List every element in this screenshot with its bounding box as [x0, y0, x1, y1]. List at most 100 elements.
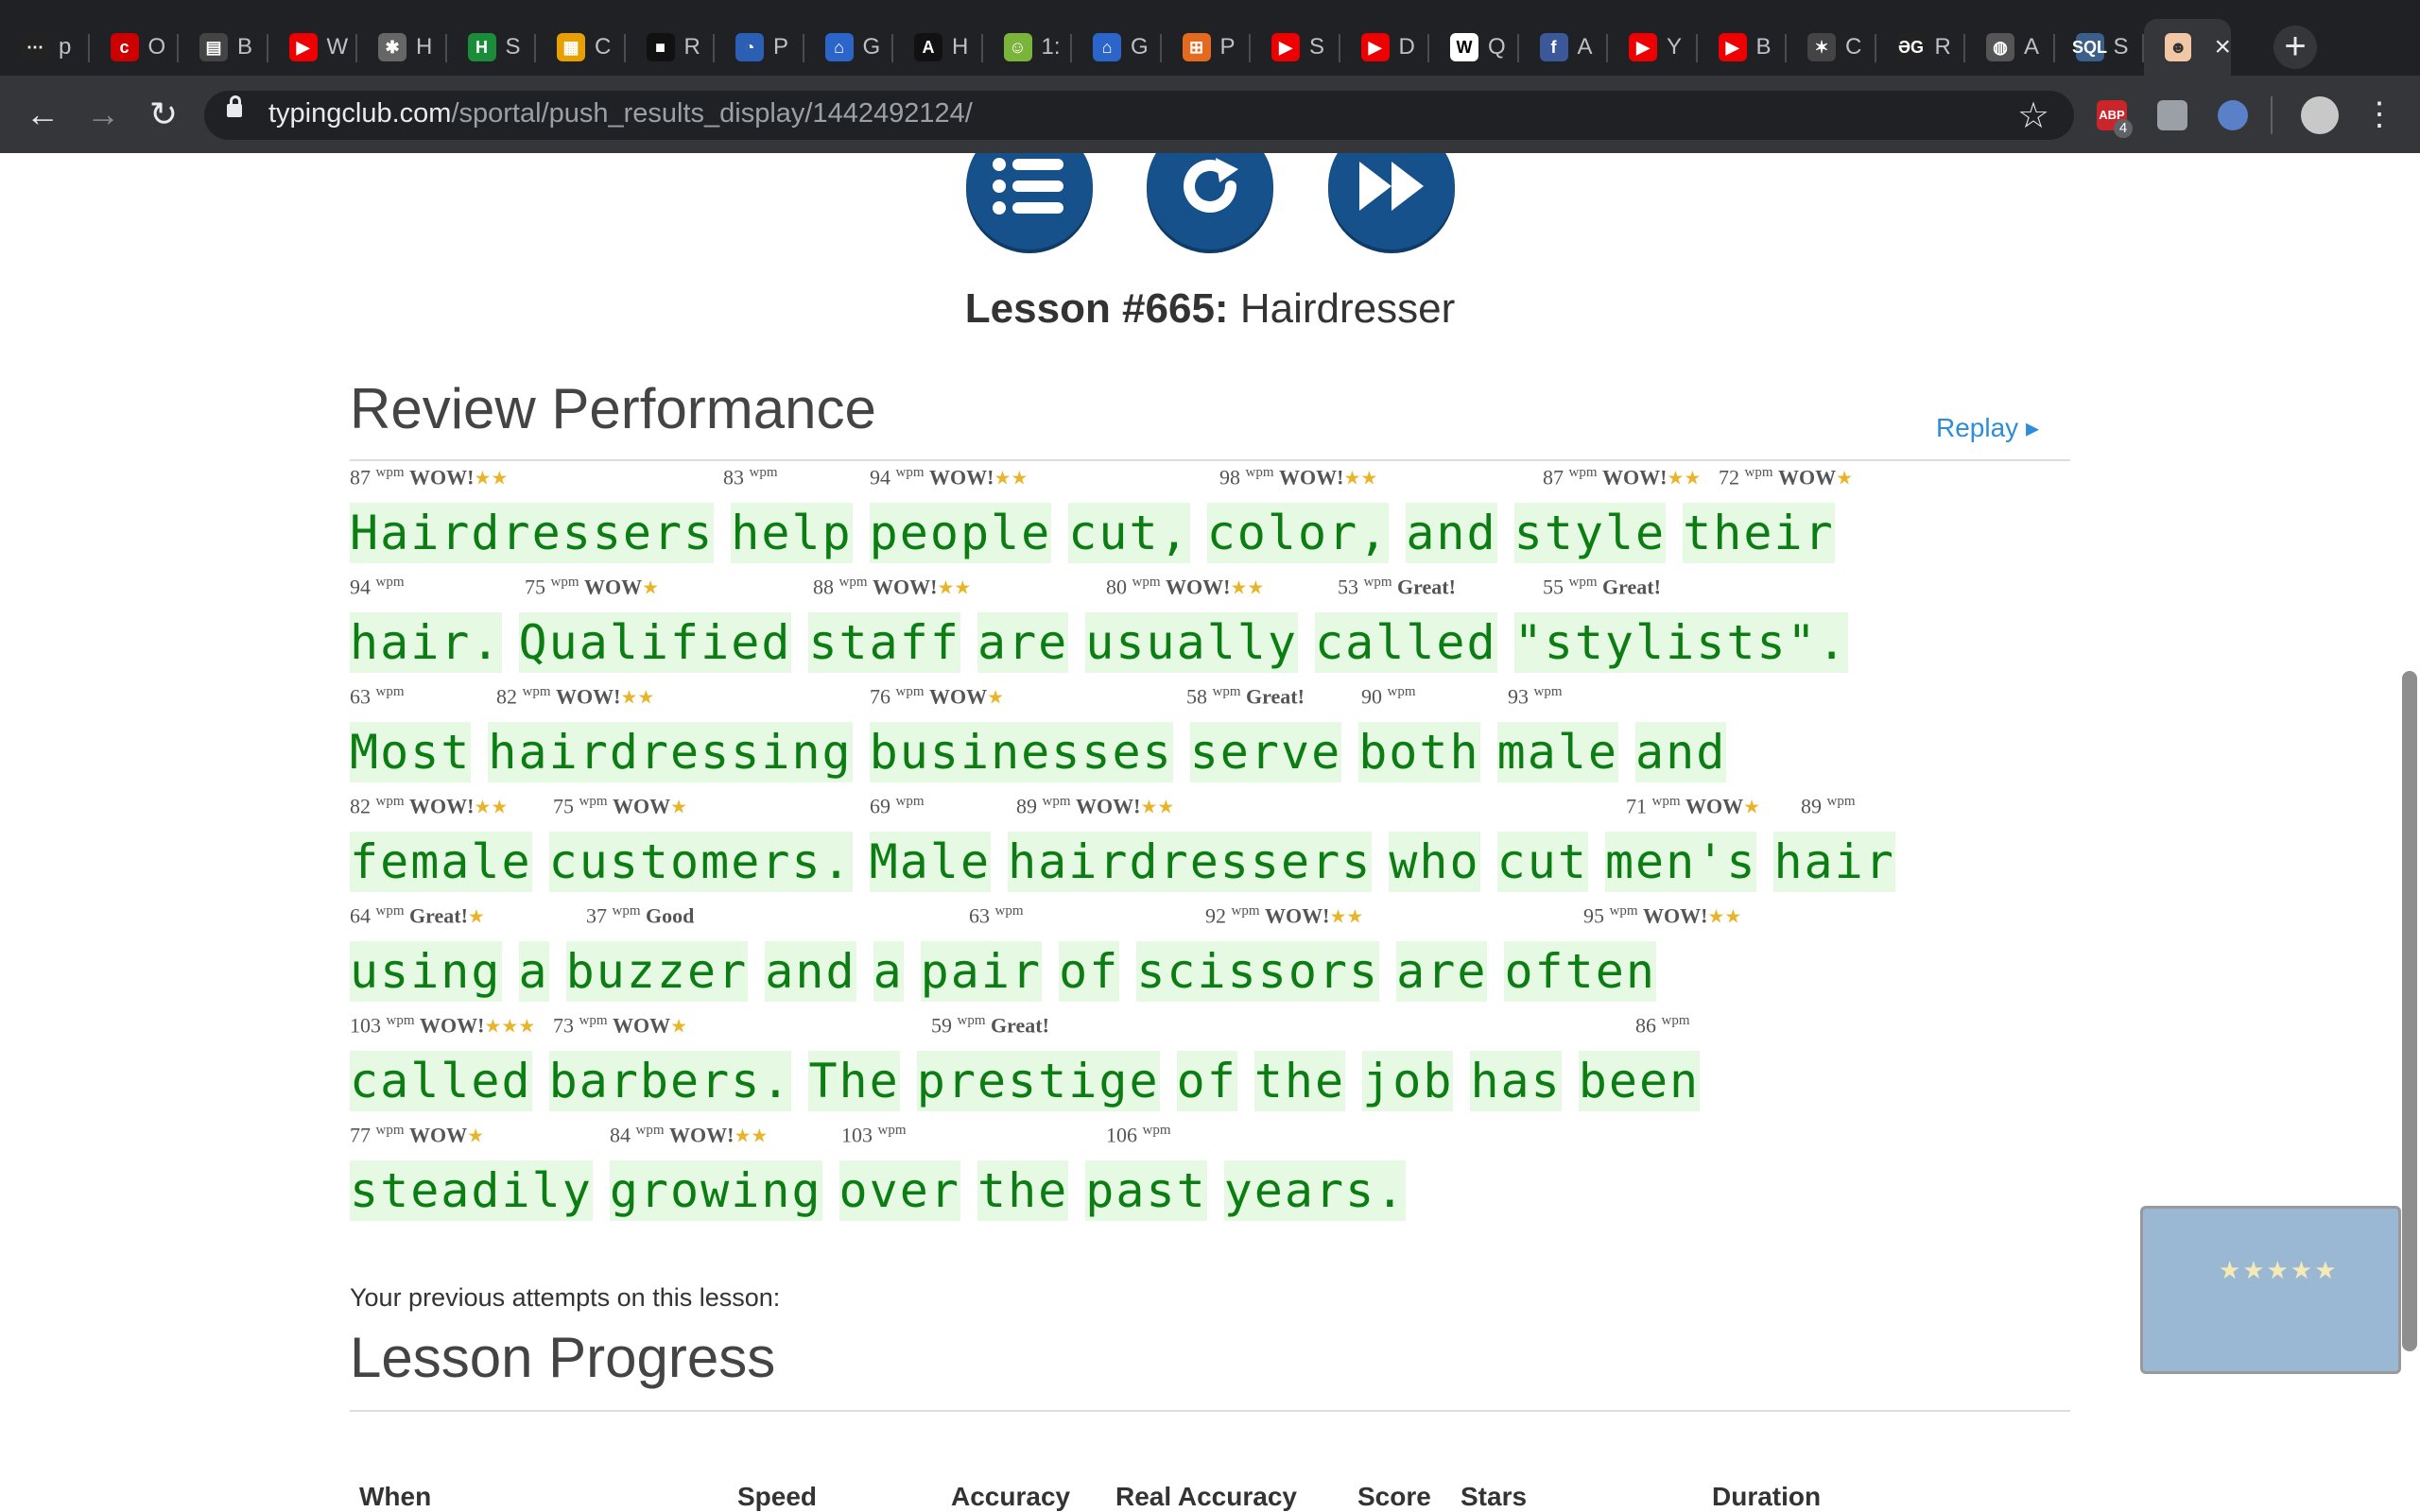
word-speed-stat: 72 wpm WOW★ [1719, 465, 1853, 490]
browser-tab-active[interactable]: ☻ × [2144, 19, 2231, 76]
browser-tab[interactable]: ✶ C [1787, 19, 1876, 76]
typed-word: often [1504, 941, 1656, 1002]
review-heading: Review Performance [350, 377, 876, 440]
wpm-unit: wpm [1212, 684, 1241, 699]
replay-link[interactable]: Replay ▸ [1936, 412, 2039, 443]
wpm-value: 95 [1583, 903, 1604, 928]
back-icon[interactable]: ← [19, 91, 66, 138]
wpm-unit: wpm [522, 684, 551, 699]
browser-tab[interactable]: ◔ P [715, 19, 804, 76]
browser-tab[interactable]: cO [90, 19, 179, 76]
typed-words: Hairdressers help people cut, color, and style… [350, 503, 1852, 563]
scrollbar[interactable] [2402, 671, 2417, 1351]
retry-button[interactable] [1147, 153, 1273, 249]
tab-favicon-icon: H [467, 33, 496, 61]
browser-tab[interactable]: ƏG R [1876, 19, 1965, 76]
typed-word: the [977, 1160, 1069, 1221]
browser-tab[interactable]: ✱ H [357, 19, 447, 76]
typed-word: years. [1223, 1160, 1407, 1221]
review-line: 87 wpm WOW!★★ 83 wpm 94 wpm WOW!★★ 98 wpm … [350, 465, 2070, 575]
wpm-value: 80 [1106, 575, 1127, 599]
browser-tab[interactable]: ◍ A [1965, 19, 2055, 76]
review-text: 87 wpm WOW!★★ 83 wpm 94 wpm WOW!★★ 98 wpm … [350, 465, 2070, 1232]
browser-tab[interactable]: ▦ C [536, 19, 626, 76]
tab-label: Y [1667, 34, 1683, 60]
tab-favicon-icon: ▶ [1271, 33, 1300, 61]
browser-tab[interactable]: ■ R [626, 19, 715, 76]
next-lesson-button[interactable] [1328, 153, 1455, 249]
table-header-cell[interactable]: Accuracy [951, 1482, 1070, 1512]
browser-tab[interactable]: ▶ D [1340, 19, 1429, 76]
word-speed-stat: 77 wpm WOW★ [350, 1123, 484, 1147]
forward-icon[interactable]: → [79, 91, 127, 138]
rating-stars-icon: ★★ [1343, 468, 1378, 490]
word-speed-stat: 84 wpm WOW!★★ [610, 1123, 768, 1147]
browser-tab[interactable]: fA [1519, 19, 1608, 76]
tab-favicon-icon: ✱ [378, 33, 406, 61]
tab-favicon-icon: ƏG [1896, 33, 1926, 61]
typed-word: cut, [1068, 503, 1190, 563]
extension-glasses-icon[interactable] [2218, 100, 2248, 130]
rating-label: Great! [1246, 684, 1305, 709]
typed-words: called barbers. The prestige of the job has been [350, 1051, 1717, 1111]
browser-tab[interactable]: WQ [1429, 19, 1519, 76]
word-speed-stat: 63 wpm [350, 684, 405, 709]
browser-tab[interactable]: ▶ B [1698, 19, 1787, 76]
table-header-cell[interactable]: Score [1357, 1482, 1431, 1512]
browser-tab[interactable]: ▤ B [179, 19, 268, 76]
tab-label: W [326, 34, 349, 60]
word-speed-stat: 82 wpm WOW!★★ [496, 684, 654, 709]
reload-icon[interactable]: ↻ [140, 91, 187, 138]
browser-tab[interactable]: ⊞ P [1162, 19, 1251, 76]
typed-word: male [1496, 722, 1619, 782]
typed-word: a [518, 941, 549, 1002]
table-header-cell[interactable]: Duration [1712, 1482, 1821, 1512]
wpm-value: 64 [350, 903, 371, 928]
table-header-cell[interactable]: When [359, 1482, 431, 1512]
picture-in-picture-thumbnail[interactable]: ★★★★★ [2140, 1206, 2401, 1374]
typed-word: both [1358, 722, 1480, 782]
tab-favicon-icon: ■ [646, 33, 675, 61]
browser-tab[interactable]: HS [447, 19, 536, 76]
profile-avatar[interactable] [2301, 96, 2339, 134]
rating-stars-icon: ★ [467, 1125, 485, 1147]
browser-tab[interactable]: AH [893, 19, 983, 76]
table-header-cell[interactable]: Real Accuracy [1115, 1482, 1297, 1512]
word-speed-stat: 87 wpm WOW!★★ [1543, 465, 1701, 490]
wpm-value: 87 [1543, 465, 1564, 490]
browser-tab[interactable]: ☺ 1: [983, 19, 1072, 76]
rating-stars-icon: ★ [642, 577, 660, 599]
table-header-cell[interactable]: Stars [1461, 1482, 1527, 1512]
tab-label: S [1309, 34, 1325, 60]
tab-favicon-icon: ◔ [735, 33, 764, 61]
typed-word: using [350, 941, 502, 1002]
divider [350, 459, 2070, 461]
typed-word: hairdressers [1008, 832, 1373, 892]
lesson-list-button[interactable] [966, 153, 1093, 249]
wpm-value: 71 [1626, 794, 1647, 818]
browser-tab[interactable]: ▶ Y [1608, 19, 1698, 76]
wpm-value: 103 [350, 1013, 381, 1038]
wpm-value: 84 [610, 1123, 631, 1147]
browser-tab[interactable]: ⋯ p [0, 19, 90, 76]
extension-icon[interactable] [2157, 100, 2187, 130]
table-header-cell[interactable]: Speed [737, 1482, 817, 1512]
bookmark-star-icon[interactable]: ☆ [2017, 94, 2049, 137]
tab-favicon-icon: ☻ [2165, 33, 2192, 61]
browser-tab[interactable]: SQL S [2055, 19, 2144, 76]
url-text[interactable]: typingclub.com/sportal/push_results_disp… [268, 98, 973, 129]
close-tab-icon[interactable]: × [2214, 31, 2231, 63]
new-tab-button[interactable]: + [2273, 26, 2317, 69]
menu-kebab-icon[interactable]: ⋮ [2356, 91, 2403, 138]
tab-label: B [237, 34, 253, 60]
browser-tab[interactable]: ⌂ G [1072, 19, 1162, 76]
browser-tab[interactable]: ▶ W [268, 19, 357, 76]
tab-favicon-icon: ▶ [1629, 33, 1657, 61]
word-speed-stat: 82 wpm WOW!★★ [350, 794, 508, 818]
rating-stars-icon: ★★ [734, 1125, 769, 1147]
wpm-unit: wpm [994, 903, 1024, 919]
browser-tab[interactable]: ▶ S [1251, 19, 1340, 76]
browser-tab[interactable]: ⌂ G [804, 19, 893, 76]
wpm-unit: wpm [838, 575, 868, 590]
typed-word: businesses [869, 722, 1173, 782]
